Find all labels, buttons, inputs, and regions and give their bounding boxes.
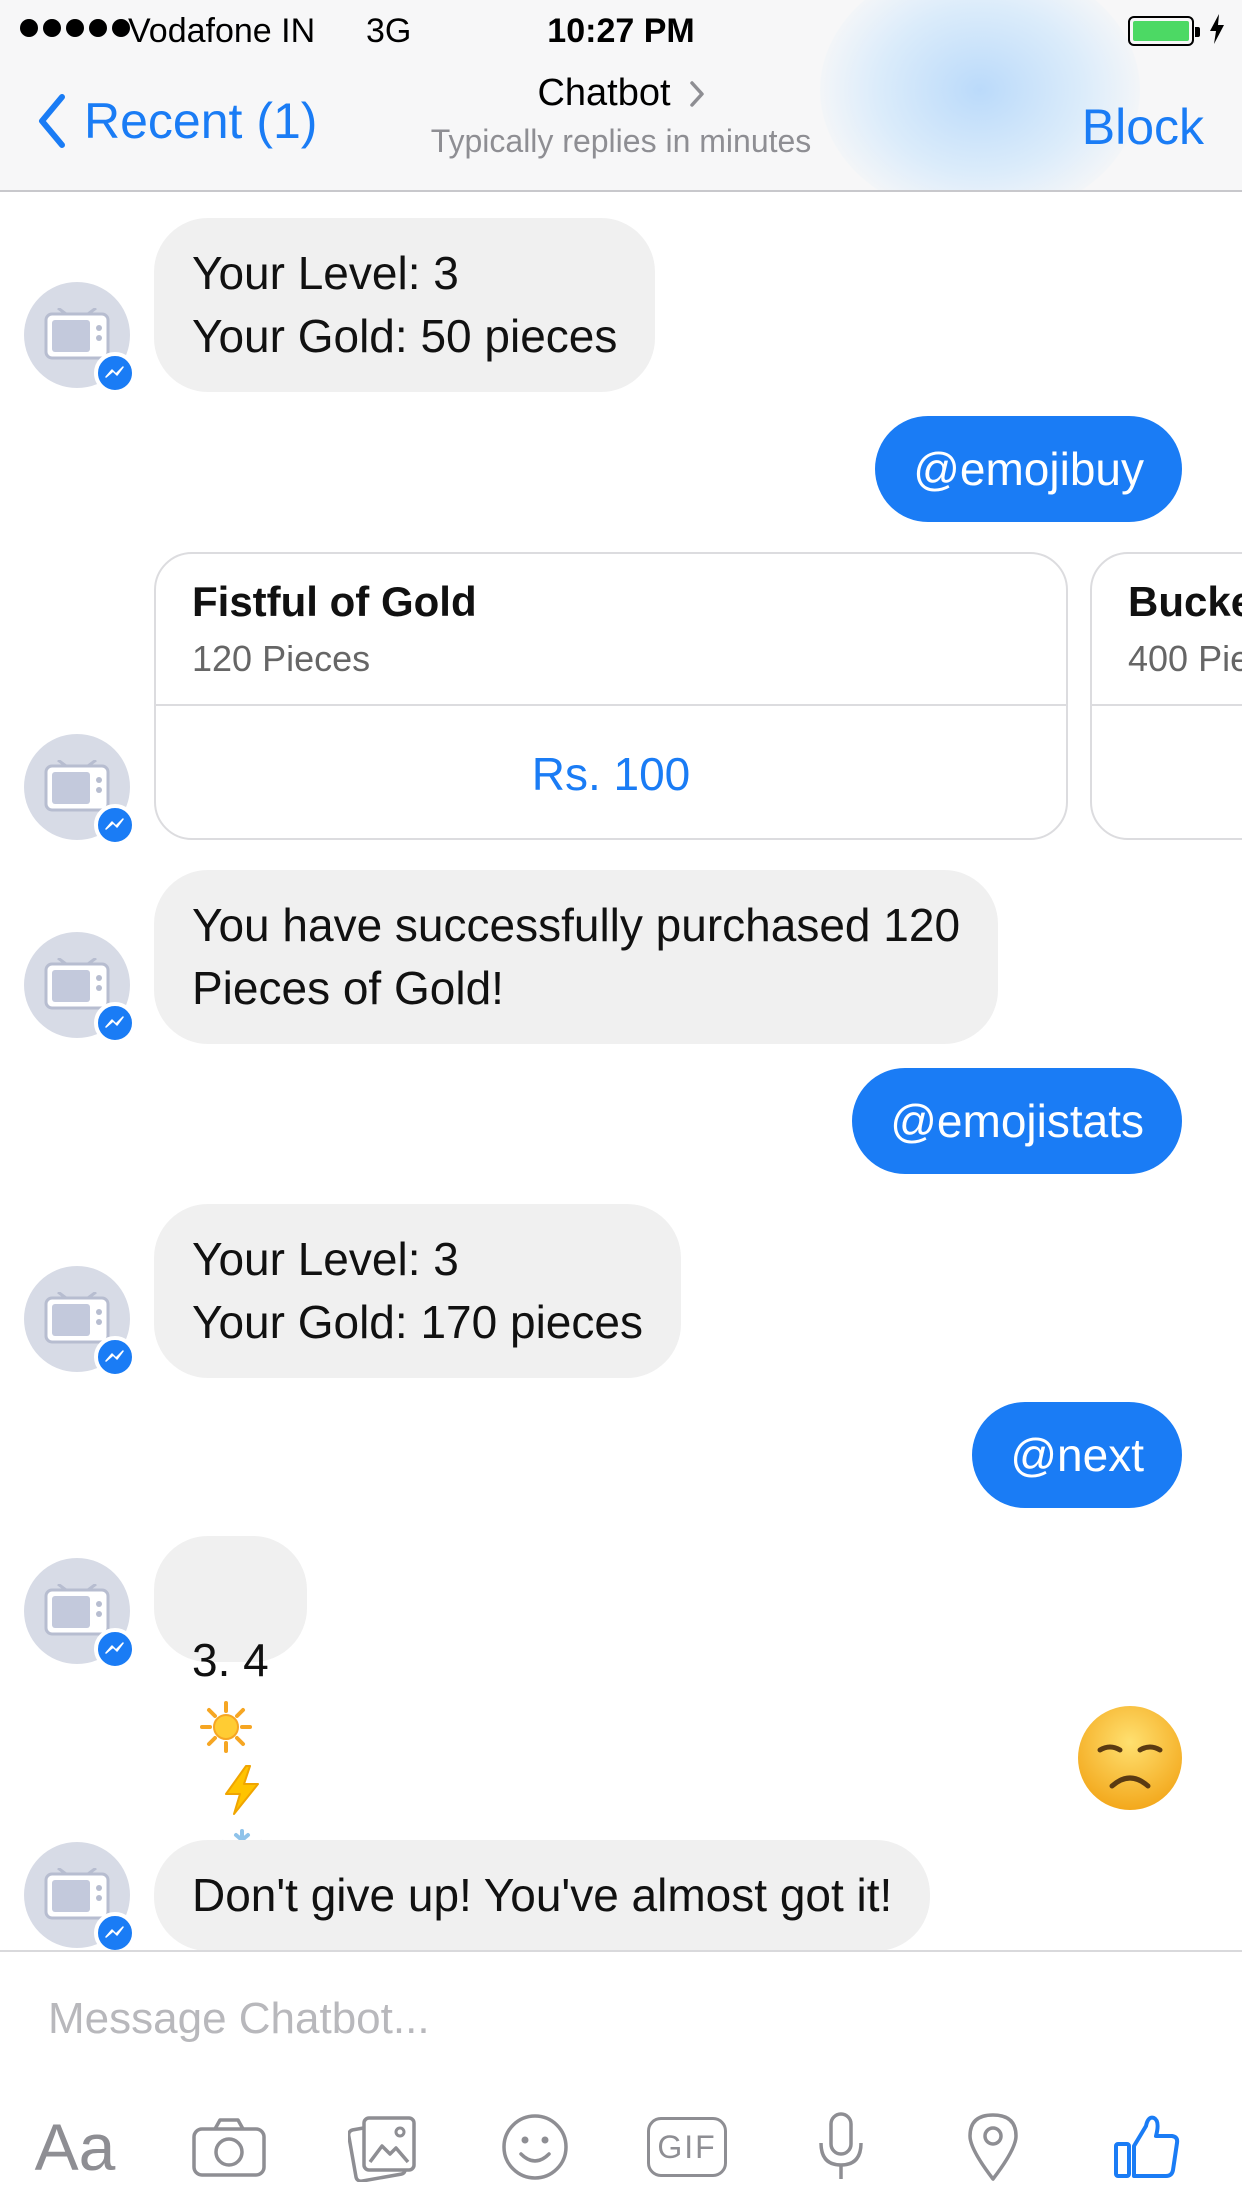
block-button[interactable]: Block: [1082, 98, 1204, 156]
composer-toolbar: Aa GIF: [0, 2102, 1242, 2202]
location-icon: [968, 2113, 1018, 2181]
gif-icon: GIF: [647, 2117, 727, 2177]
messenger-badge-icon: [94, 1002, 136, 1044]
bot-avatar[interactable]: [24, 1842, 136, 1950]
outgoing-message[interactable]: @emojibuy: [875, 416, 1182, 522]
conversation-header[interactable]: Chatbot Typically replies in minutes: [0, 72, 1242, 160]
incoming-message[interactable]: Your Level: 3 Your Gold: 170 pieces: [154, 1204, 681, 1378]
photo-button[interactable]: [338, 2102, 428, 2192]
incoming-message[interactable]: Don't give up! You've almost got it!: [154, 1840, 931, 1950]
messenger-badge-icon: [94, 352, 136, 394]
text-format-icon: Aa: [34, 2110, 116, 2184]
outgoing-message[interactable]: @next: [972, 1402, 1182, 1508]
bot-avatar[interactable]: [24, 1266, 136, 1378]
message-list[interactable]: Your Level: 3 Your Gold: 50 pieces @emoj…: [0, 194, 1242, 1950]
photo-icon: [348, 2116, 416, 2182]
outgoing-message[interactable]: @emojistats: [852, 1068, 1182, 1174]
bot-avatar[interactable]: [24, 932, 136, 1044]
tv-icon: [44, 958, 110, 1010]
messenger-badge-icon: [94, 804, 136, 846]
bot-avatar[interactable]: [24, 1558, 136, 1670]
status-bar: Vodafone IN 3G 10:27 PM: [0, 0, 1242, 60]
message-input[interactable]: Message Chatbot...: [48, 1994, 430, 2044]
lightning-emoji-icon: [225, 1764, 259, 1815]
tv-icon: [44, 1868, 110, 1920]
camera-button[interactable]: [184, 2102, 274, 2192]
microphone-button[interactable]: [796, 2102, 886, 2192]
clock: 10:27 PM: [547, 12, 695, 50]
disappointed-face-emoji-icon[interactable]: [1076, 1704, 1184, 1812]
sun-emoji-icon: [200, 1700, 252, 1753]
product-card-title: Fistful of Gold: [192, 578, 477, 625]
battery-icon: [1128, 16, 1200, 46]
charging-bolt-icon: [1210, 14, 1224, 44]
tv-icon: [44, 1584, 110, 1636]
like-icon: [1114, 2115, 1180, 2178]
microphone-icon: [819, 2112, 863, 2179]
tv-icon: [44, 760, 110, 812]
product-card-subtitle: 400 Pieces: [1128, 638, 1242, 679]
bot-avatar[interactable]: [24, 282, 136, 394]
tv-icon: [44, 1292, 110, 1344]
product-card[interactable]: Bucket 400 Pieces: [1090, 552, 1242, 840]
message-composer: Message Chatbot... Aa GIF: [0, 1950, 1242, 2208]
emoji-icon: [502, 2114, 568, 2180]
chevron-right-icon: [689, 80, 704, 107]
buy-button[interactable]: Rs. 100: [156, 706, 1066, 838]
messenger-badge-icon: [94, 1628, 136, 1670]
navigation-bar: Vodafone IN 3G 10:27 PM Recent (1) Chatb…: [0, 0, 1242, 192]
incoming-message[interactable]: 3. 4: [154, 1536, 307, 1877]
conversation-subtitle: Typically replies in minutes: [430, 123, 812, 159]
product-card-title: Bucket: [1128, 578, 1242, 625]
incoming-message[interactable]: You have successfully purchased 120 Piec…: [154, 870, 999, 1044]
text-format-button[interactable]: Aa: [30, 2102, 120, 2192]
product-card[interactable]: Fistful of Gold 120 Pieces Rs. 100: [154, 552, 1068, 840]
emoji-button[interactable]: [490, 2102, 580, 2192]
camera-icon: [192, 2118, 266, 2177]
gif-button[interactable]: GIF: [642, 2102, 732, 2192]
gif-label: GIF: [657, 2128, 717, 2165]
card-divider: [1092, 704, 1242, 706]
messenger-badge-icon: [94, 1912, 136, 1950]
tv-icon: [44, 308, 110, 360]
like-button[interactable]: [1102, 2102, 1192, 2192]
message-text: 3. 4: [192, 1634, 269, 1686]
messenger-badge-icon: [94, 1336, 136, 1378]
product-card-subtitle: 120 Pieces: [192, 638, 371, 679]
bot-avatar[interactable]: [24, 734, 136, 846]
conversation-title: Chatbot: [537, 72, 671, 114]
incoming-message[interactable]: Your Level: 3 Your Gold: 50 pieces: [154, 218, 656, 392]
location-button[interactable]: [948, 2102, 1038, 2192]
